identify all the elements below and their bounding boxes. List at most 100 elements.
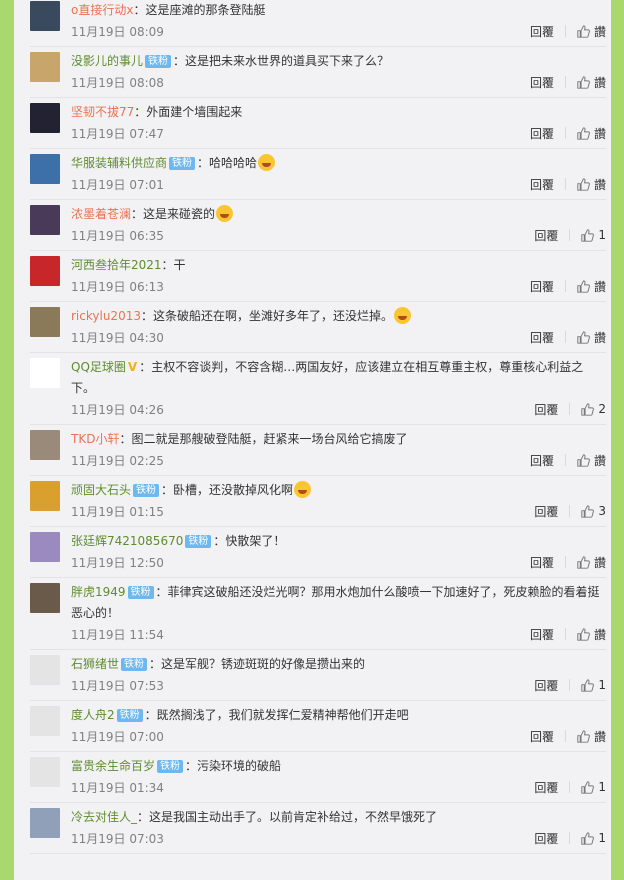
divider — [564, 454, 566, 466]
comment-body: 冷去对佳人_：这是我国主动出手了。以前肯定补给过，不然早饿死了 11月19日 0… — [71, 803, 606, 853]
comment-time: 11月19日 08:09 — [71, 24, 164, 39]
avatar[interactable] — [30, 256, 60, 286]
avatar[interactable] — [30, 583, 60, 613]
reply-button[interactable]: 回覆 — [534, 677, 558, 694]
comment-line: o直接行动x：这是座滩的那条登陆艇 — [71, 0, 606, 21]
reply-button[interactable]: 回覆 — [530, 74, 554, 91]
like-button[interactable]: 讚 — [577, 554, 606, 571]
reply-button[interactable]: 回覆 — [530, 554, 554, 571]
username-link[interactable]: 河西叁拾年2021 — [71, 258, 162, 272]
comment-time: 11月19日 07:03 — [71, 831, 164, 846]
comment-text: ：这是我国主动出手了。以前肯定补给过，不然早饿死了 — [137, 810, 438, 824]
username-link[interactable]: 胖虎1949 — [71, 585, 126, 599]
fan-badge: 铁粉 — [116, 709, 143, 722]
username-link[interactable]: 冷去对佳人_ — [71, 810, 137, 824]
fan-badge: 铁粉 — [169, 157, 196, 170]
like-button[interactable]: 讚 — [577, 125, 606, 142]
avatar[interactable] — [30, 103, 60, 133]
comment-line: 顽固大石头 铁粉 ：卧槽，还没散掉风化啊 — [71, 480, 606, 501]
reply-button[interactable]: 回覆 — [530, 278, 554, 295]
comment-time: 11月19日 07:01 — [71, 177, 164, 192]
like-button[interactable]: 讚 — [577, 452, 606, 469]
thumbs-up-icon — [577, 279, 590, 293]
avatar[interactable] — [30, 52, 60, 82]
comment-body: 张廷辉7421085670 铁粉 ：快散架了！ 11月19日 12:50 回覆 讚 — [71, 527, 606, 577]
avatar[interactable] — [30, 1, 60, 31]
reply-button[interactable]: 回覆 — [534, 779, 558, 796]
like-button[interactable]: 1 — [581, 228, 606, 242]
verified-v-icon: V — [127, 360, 138, 374]
like-button[interactable]: 讚 — [577, 278, 606, 295]
comment-time: 11月19日 07:47 — [71, 126, 164, 141]
comment-meta: 11月19日 11:54 回覆 讚 — [71, 624, 606, 644]
username-link[interactable]: QQ足球圈 — [71, 360, 126, 374]
comment-line: 坚韧不拔77：外面建个墙围起来 — [71, 102, 606, 123]
like-button[interactable]: 讚 — [577, 329, 606, 346]
username-link[interactable]: 富贵余生命百岁 — [71, 759, 155, 773]
like-button[interactable]: 讚 — [577, 728, 606, 745]
reply-button[interactable]: 回覆 — [530, 452, 554, 469]
thumbs-up-icon — [577, 75, 590, 89]
comment-meta: 11月19日 07:47 回覆 讚 — [71, 123, 606, 143]
reply-button[interactable]: 回覆 — [534, 227, 558, 244]
reply-button[interactable]: 回覆 — [530, 329, 554, 346]
avatar[interactable] — [30, 655, 60, 685]
reply-button[interactable]: 回覆 — [530, 23, 554, 40]
thumbs-up-icon — [581, 504, 595, 518]
comment-meta: 11月19日 04:26 回覆 2 — [71, 399, 606, 419]
avatar[interactable] — [30, 154, 60, 184]
comment-body: 河西叁拾年2021：干 11月19日 06:13 回覆 讚 — [71, 251, 606, 301]
like-button[interactable]: 讚 — [577, 23, 606, 40]
username-link[interactable]: 石狮绪世 — [71, 657, 119, 671]
like-count: 2 — [598, 402, 606, 416]
comment-line: 华服装辅料供应商 铁粉 ：哈哈哈哈 — [71, 153, 606, 174]
username-link[interactable]: 张廷辉7421085670 — [71, 534, 183, 548]
like-button[interactable]: 讚 — [577, 626, 606, 643]
divider — [564, 628, 566, 640]
thumbs-up-icon — [577, 729, 590, 743]
avatar[interactable] — [30, 205, 60, 235]
like-button[interactable]: 1 — [581, 780, 606, 794]
divider — [564, 331, 566, 343]
like-button[interactable]: 讚 — [577, 74, 606, 91]
avatar[interactable] — [30, 532, 60, 562]
avatar[interactable] — [30, 706, 60, 736]
like-button[interactable]: 1 — [581, 678, 606, 692]
avatar[interactable] — [30, 757, 60, 787]
username-link[interactable]: 顽固大石头 — [71, 483, 131, 497]
avatar[interactable] — [30, 430, 60, 460]
username-link[interactable]: 度人舟2 — [71, 708, 115, 722]
reply-button[interactable]: 回覆 — [534, 401, 558, 418]
reply-button[interactable]: 回覆 — [530, 626, 554, 643]
like-button[interactable]: 1 — [581, 831, 606, 845]
avatar[interactable] — [30, 358, 60, 388]
username-link[interactable]: 坚韧不拔77 — [71, 105, 134, 119]
reply-button[interactable]: 回覆 — [530, 728, 554, 745]
comment-line: 石狮绪世 铁粉 ：这是军舰？锈迹斑斑的好像是攒出来的 — [71, 654, 606, 675]
like-button[interactable]: 讚 — [577, 176, 606, 193]
like-button[interactable]: 3 — [581, 504, 606, 518]
avatar[interactable] — [30, 481, 60, 511]
username-link[interactable]: rickylu2013 — [71, 309, 141, 323]
username-link[interactable]: o直接行动x — [71, 3, 133, 17]
divider — [564, 556, 566, 568]
divider — [569, 832, 571, 844]
comment-body: TKD小轩：图二就是那艘破登陆艇，赶紧来一场台风给它搞废了 11月19日 02:… — [71, 425, 606, 475]
like-button[interactable]: 2 — [581, 402, 606, 416]
username-link[interactable]: 华服装辅料供应商 — [71, 156, 167, 170]
reply-button[interactable]: 回覆 — [534, 830, 558, 847]
reply-button[interactable]: 回覆 — [530, 176, 554, 193]
reply-button[interactable]: 回覆 — [530, 125, 554, 142]
comment-text: ：主权不容谈判，不容含糊…两国友好，应该建立在相互尊重主权，尊重核心利益之下。 — [71, 360, 584, 395]
username-link[interactable]: 浓墨着苍澜 — [71, 207, 131, 221]
comment-line: QQ足球圈 V ：主权不容谈判，不容含糊…两国友好，应该建立在相互尊重主权，尊重核心… — [71, 357, 606, 399]
fan-badge: 铁粉 — [145, 55, 172, 68]
divider — [564, 25, 566, 37]
username-link[interactable]: 没影儿的事儿 — [71, 54, 143, 68]
comment-item-13: 石狮绪世 铁粉 ：这是军舰？锈迹斑斑的好像是攒出来的 11月19日 07:53 回覆… — [30, 650, 606, 701]
username-link[interactable]: TKD小轩 — [71, 432, 119, 446]
avatar[interactable] — [30, 307, 60, 337]
avatar[interactable] — [30, 808, 60, 838]
fan-badge: 铁粉 — [185, 535, 212, 548]
reply-button[interactable]: 回覆 — [534, 503, 558, 520]
